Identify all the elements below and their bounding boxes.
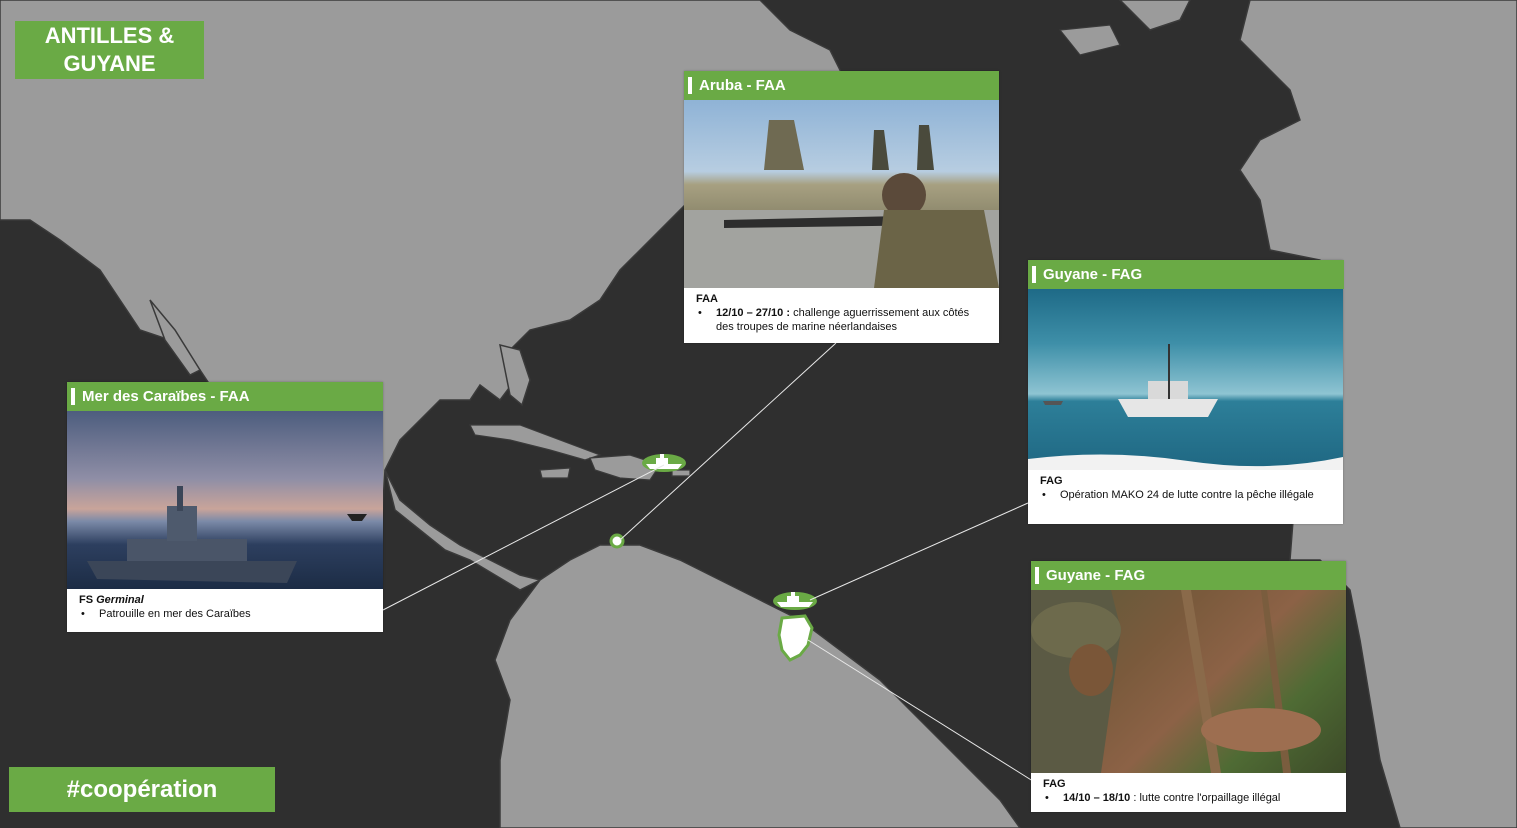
card-header: Guyane - FAG [1031, 561, 1346, 590]
region-marker-aruba[interactable] [609, 533, 625, 549]
fishing-boat-photo [1028, 289, 1343, 470]
card-header-label: Mer des Caraïbes - FAA [82, 388, 250, 405]
bullet-item: • 12/10 – 27/10 : challenge aguerrissemen… [698, 307, 970, 333]
org-label: FAG [1043, 778, 1066, 790]
card-header: Mer des Caraïbes - FAA [67, 382, 383, 411]
card-body: FAA • 12/10 – 27/10 : challenge aguerriss… [684, 288, 999, 340]
card-body: FAG • Opération MAKO 24 de lutte contre l… [1028, 470, 1343, 508]
frigate-with-helicopter-photo [67, 411, 383, 589]
card-header: Guyane - FAG [1028, 260, 1344, 289]
bullet-item: • Opération MAKO 24 de lutte contre la pê… [1042, 489, 1314, 501]
hashtag-label: #coopération [9, 767, 275, 812]
bullet-item: • Patrouille en mer des Caraïbes [81, 608, 251, 620]
card-aruba[interactable]: Aruba - FAA FAA • 12/10 – 27/10 : challen… [684, 71, 999, 343]
card-body: FAG • 14/10 – 18/10 : lutte contre l'orpa… [1031, 773, 1346, 811]
card-caraibes[interactable]: Mer des Caraïbes - FAA FS Germinal • Patr… [67, 382, 383, 632]
region-title-line2: GUYANE [63, 51, 156, 76]
ship-marker-guyane[interactable] [773, 592, 817, 610]
date-range: 12/10 – 27/10 : [716, 307, 791, 319]
bullet-item: • 14/10 – 18/10 : lutte contre l'orpailla… [1045, 792, 1281, 804]
card-header-label: Aruba - FAA [699, 77, 786, 94]
puerto-rico [671, 469, 691, 477]
ship-name: Germinal [96, 594, 144, 606]
org-label: FAA [696, 293, 718, 305]
card-header-label: Guyane - FAG [1046, 567, 1146, 584]
ship-marker-caribbean[interactable] [642, 454, 686, 472]
card-guyane-orpaillage[interactable]: Guyane - FAG FAG • 14/10 – 18/10 : lutte … [1031, 561, 1346, 812]
sniper-training-photo [684, 100, 999, 288]
region-title-line1: ANTILLES & [44, 23, 175, 48]
card-header-label: Guyane - FAG [1043, 266, 1143, 283]
date-range: 14/10 – 18/10 [1063, 792, 1131, 804]
unit-line: FS Germinal [79, 594, 144, 606]
card-body: FS Germinal • Patrouille en mer des Caraï… [67, 589, 383, 627]
jamaica [539, 467, 571, 479]
org-label: FAG [1040, 475, 1063, 487]
region-title: ANTILLES & GUYANE [15, 21, 204, 79]
jungle-soldier-photo [1031, 590, 1346, 773]
card-guyane-peche[interactable]: Guyane - FAG FAG • Opération MAKO 24 de l… [1028, 260, 1344, 524]
card-header: Aruba - FAA [684, 71, 999, 100]
